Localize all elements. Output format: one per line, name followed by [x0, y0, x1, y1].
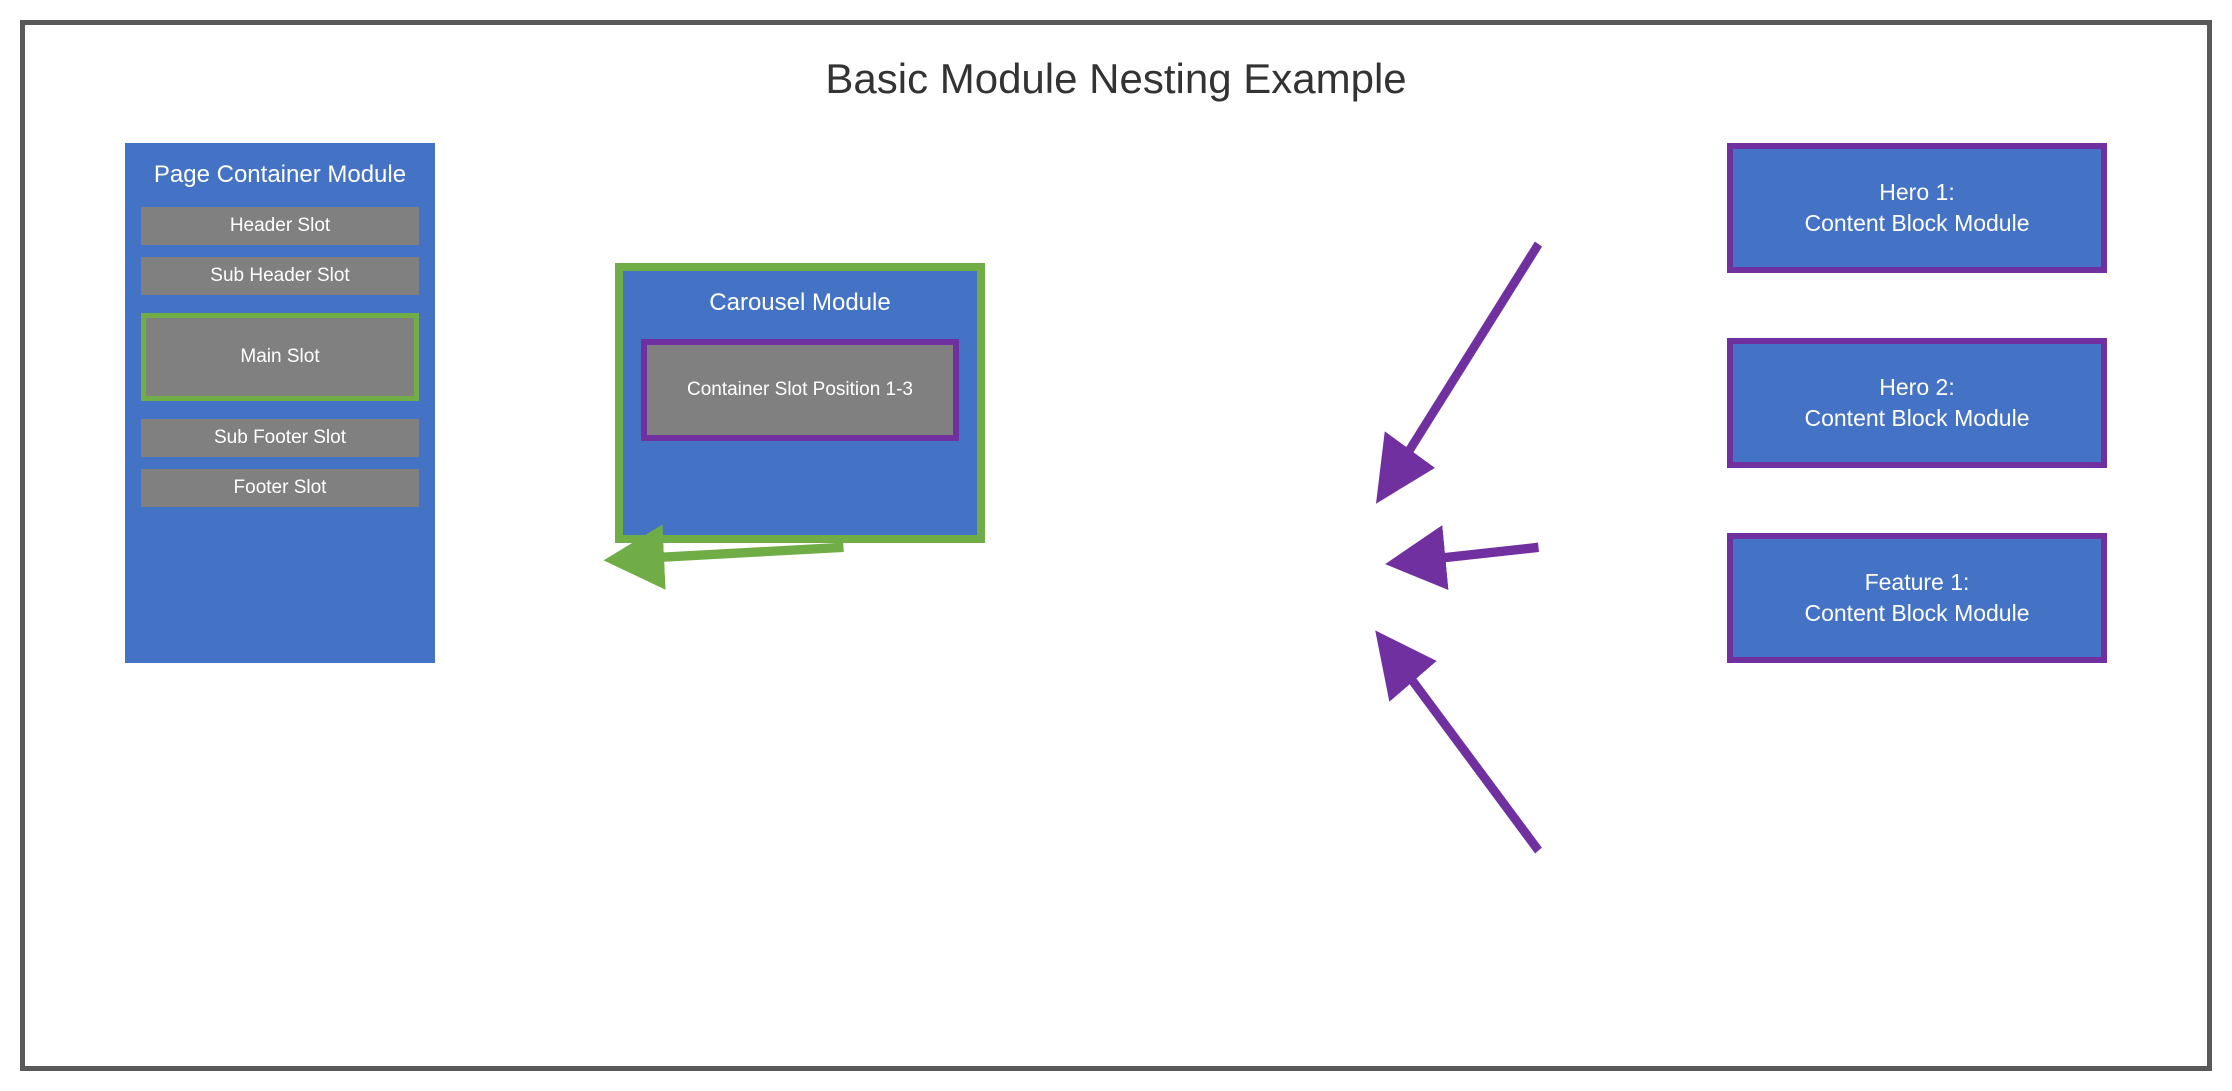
arrow-hero1-to-slot	[1383, 244, 1539, 493]
hero-2-block: Hero 2: Content Block Module	[1727, 338, 2107, 468]
main-slot: Main Slot	[141, 313, 419, 401]
sub-footer-slot: Sub Footer Slot	[141, 419, 419, 457]
hero-1-block: Hero 1: Content Block Module	[1727, 143, 2107, 273]
arrow-carousel-to-main	[616, 547, 844, 559]
carousel-title: Carousel Module	[641, 289, 959, 317]
feature-1-line2: Content Block Module	[1733, 598, 2101, 629]
arrow-feature1-to-slot	[1383, 641, 1539, 851]
hero-2-line1: Hero 2:	[1733, 372, 2101, 403]
diagram-title: Basic Module Nesting Example	[85, 55, 2147, 103]
feature-1-line1: Feature 1:	[1733, 567, 2101, 598]
header-slot: Header Slot	[141, 207, 419, 245]
sub-header-slot: Sub Header Slot	[141, 257, 419, 295]
diagram-canvas: Page Container Module Header Slot Sub He…	[85, 143, 2147, 1014]
carousel-module: Carousel Module Container Slot Position …	[615, 263, 985, 543]
footer-slot: Footer Slot	[141, 469, 419, 507]
page-container-module: Page Container Module Header Slot Sub He…	[125, 143, 435, 663]
page-container-title: Page Container Module	[141, 161, 419, 189]
hero-1-line2: Content Block Module	[1733, 208, 2101, 239]
feature-1-block: Feature 1: Content Block Module	[1727, 533, 2107, 663]
arrow-hero2-to-slot	[1397, 547, 1538, 563]
diagram-frame: Basic Module Nesting Example Page Contai…	[20, 20, 2212, 1071]
hero-2-line2: Content Block Module	[1733, 403, 2101, 434]
carousel-container-slot: Container Slot Position 1-3	[641, 339, 959, 441]
hero-1-line1: Hero 1:	[1733, 177, 2101, 208]
